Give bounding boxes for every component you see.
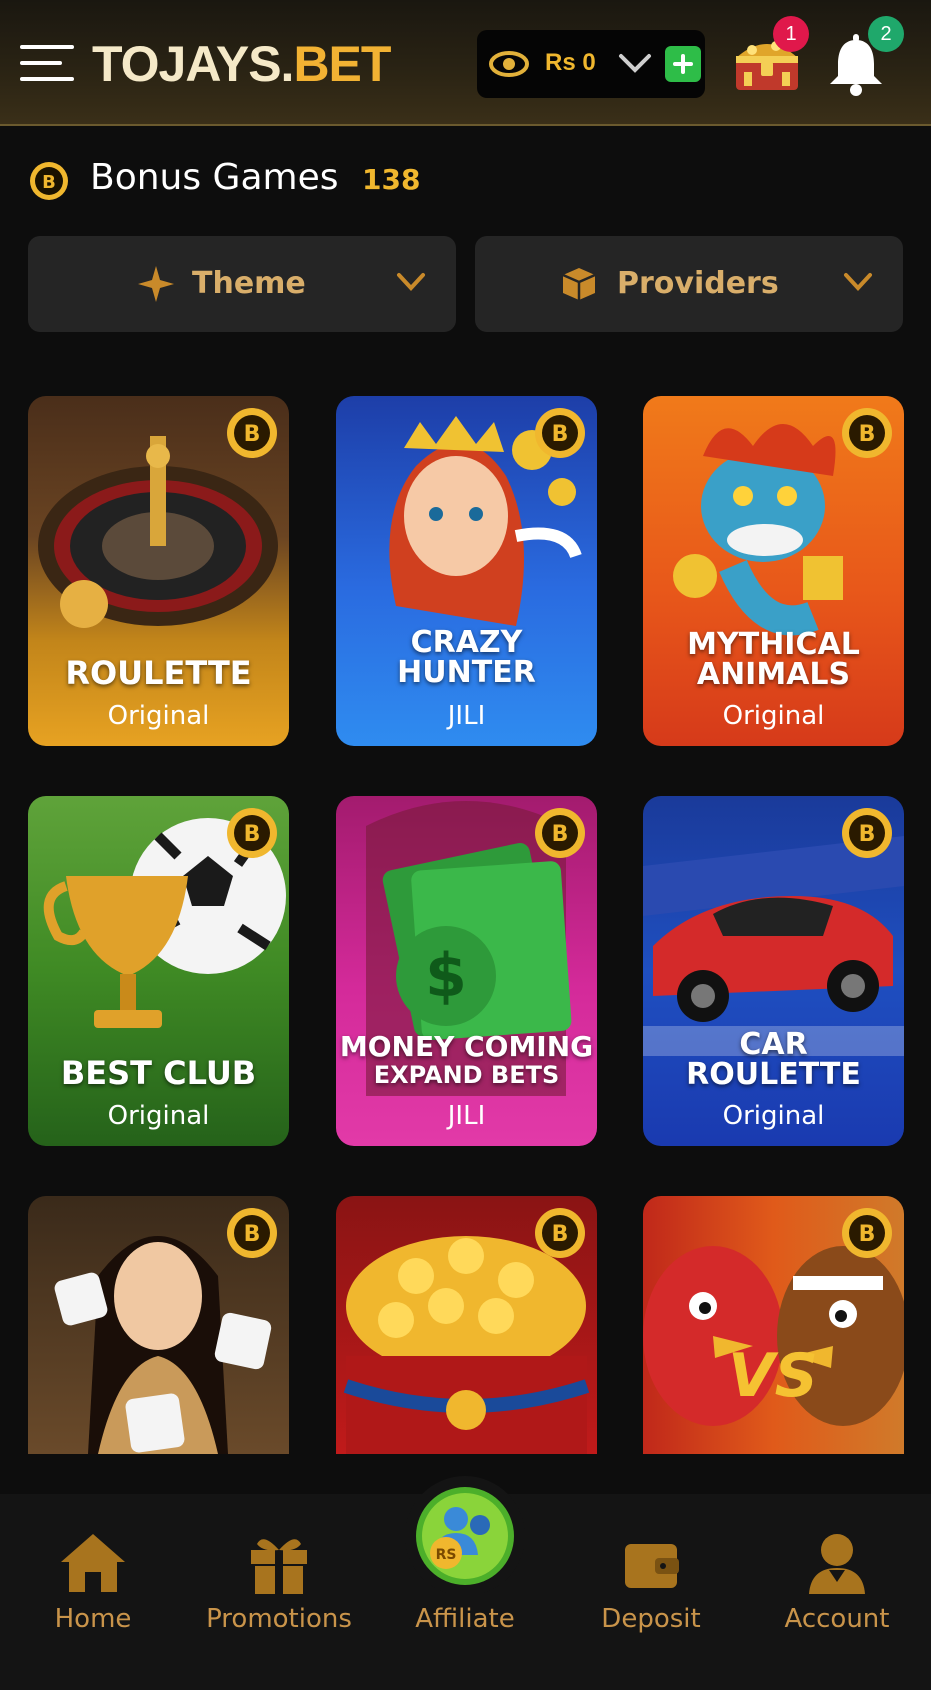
notification-badge: 2: [868, 16, 904, 52]
game-card-dice[interactable]: B: [28, 1196, 289, 1454]
svg-text:B: B: [859, 422, 876, 447]
game-title: MONEY COMING EXPAND BETS: [339, 1030, 594, 1089]
nav-home[interactable]: Home: [0, 1494, 186, 1690]
box-icon: [562, 268, 596, 300]
nav-deposit-label: Deposit: [601, 1604, 701, 1634]
nav-deposit[interactable]: Deposit: [558, 1494, 744, 1690]
balance-amount: Rs 0: [545, 49, 596, 76]
game-card-mythical-animals[interactable]: B MYTHICAL ANIMALS Original: [643, 396, 904, 746]
theme-filter-label: Theme: [192, 266, 306, 301]
svg-text:B: B: [552, 822, 569, 847]
bonus-coin-icon: B: [842, 808, 892, 858]
svg-text:VS: VS: [728, 1341, 818, 1411]
game-card-crazy-hunter[interactable]: B CRAZY HUNTER JILI: [336, 396, 597, 746]
eye-icon[interactable]: [489, 48, 529, 80]
theme-filter-dropdown[interactable]: Theme: [28, 236, 456, 332]
providers-filter-label: Providers: [617, 266, 779, 301]
game-card-money-coming[interactable]: $ B MONEY COMING EXPAND BETS JILI: [336, 796, 597, 1146]
page-title: Bonus Games: [90, 157, 339, 198]
bonus-coin-icon: B: [842, 1208, 892, 1258]
bonus-coin-icon: B: [227, 1208, 277, 1258]
home-icon: [61, 1534, 125, 1592]
nav-account[interactable]: Account: [744, 1494, 930, 1690]
game-provider: Original: [107, 1101, 210, 1131]
nav-home-label: Home: [54, 1604, 132, 1634]
game-provider: Original: [722, 701, 825, 731]
chest-badge: 1: [773, 16, 809, 52]
gift-icon: [251, 1539, 307, 1594]
game-card-roulette[interactable]: B ROULETTE Original: [28, 396, 289, 746]
game-title: ROULETTE: [65, 654, 252, 692]
chevron-down-icon[interactable]: [617, 50, 653, 78]
svg-text:B: B: [244, 822, 261, 847]
menu-icon[interactable]: [20, 45, 74, 85]
affiliate-icon[interactable]: RS: [414, 1485, 516, 1587]
bonus-coin-icon: B: [227, 808, 277, 858]
game-title: CRAZY HUNTER: [397, 625, 536, 690]
theme-icon: [138, 266, 174, 302]
bonus-coin-icon: B: [227, 408, 277, 458]
game-title: BEST CLUB: [60, 1054, 257, 1092]
svg-text:B: B: [552, 1222, 569, 1247]
game-card-car-roulette[interactable]: B CAR ROULETTE Original: [643, 796, 904, 1146]
chevron-down-icon: [844, 273, 872, 291]
bonus-coin-icon: B: [535, 1208, 585, 1258]
bonus-coin-icon: B: [535, 408, 585, 458]
site-logo[interactable]: TOJAYS.BET: [92, 36, 391, 92]
bonus-coin-icon: B: [842, 408, 892, 458]
bonus-coin-icon: B: [30, 162, 68, 200]
nav-promotions-label: Promotions: [206, 1604, 352, 1634]
game-provider: Original: [722, 1101, 825, 1131]
chevron-down-icon: [397, 273, 425, 291]
game-card-bird-versus[interactable]: VS B: [643, 1196, 904, 1454]
top-header: TOJAYS.BET Rs 0 1 2: [0, 0, 931, 126]
providers-filter-dropdown[interactable]: Providers: [475, 236, 903, 332]
balance-pill[interactable]: Rs 0: [477, 30, 705, 98]
wallet-icon: [625, 1544, 679, 1588]
svg-text:B: B: [859, 1222, 876, 1247]
game-provider: JILI: [447, 701, 486, 731]
svg-text:B: B: [244, 1222, 261, 1247]
svg-text:B: B: [244, 422, 261, 447]
user-icon: [809, 1534, 865, 1594]
game-provider: Original: [107, 701, 210, 731]
svg-text:B: B: [552, 422, 569, 447]
game-card-gold-coins[interactable]: B: [336, 1196, 597, 1454]
game-card-best-club[interactable]: B BEST CLUB Original: [28, 796, 289, 1146]
game-count: 138: [362, 163, 421, 196]
game-title: MYTHICAL ANIMALS: [687, 627, 860, 692]
game-provider: JILI: [447, 1101, 486, 1131]
add-funds-button[interactable]: [665, 46, 701, 82]
nav-account-label: Account: [784, 1604, 890, 1634]
svg-text:$: $: [425, 941, 467, 1011]
nav-affiliate-label: Affiliate: [415, 1604, 515, 1634]
svg-text:B: B: [42, 172, 56, 193]
svg-text:RS: RS: [436, 1547, 457, 1563]
bonus-coin-icon: B: [535, 808, 585, 858]
game-title: CAR ROULETTE: [686, 1027, 861, 1092]
svg-text:B: B: [859, 822, 876, 847]
nav-promotions[interactable]: Promotions: [186, 1494, 372, 1690]
